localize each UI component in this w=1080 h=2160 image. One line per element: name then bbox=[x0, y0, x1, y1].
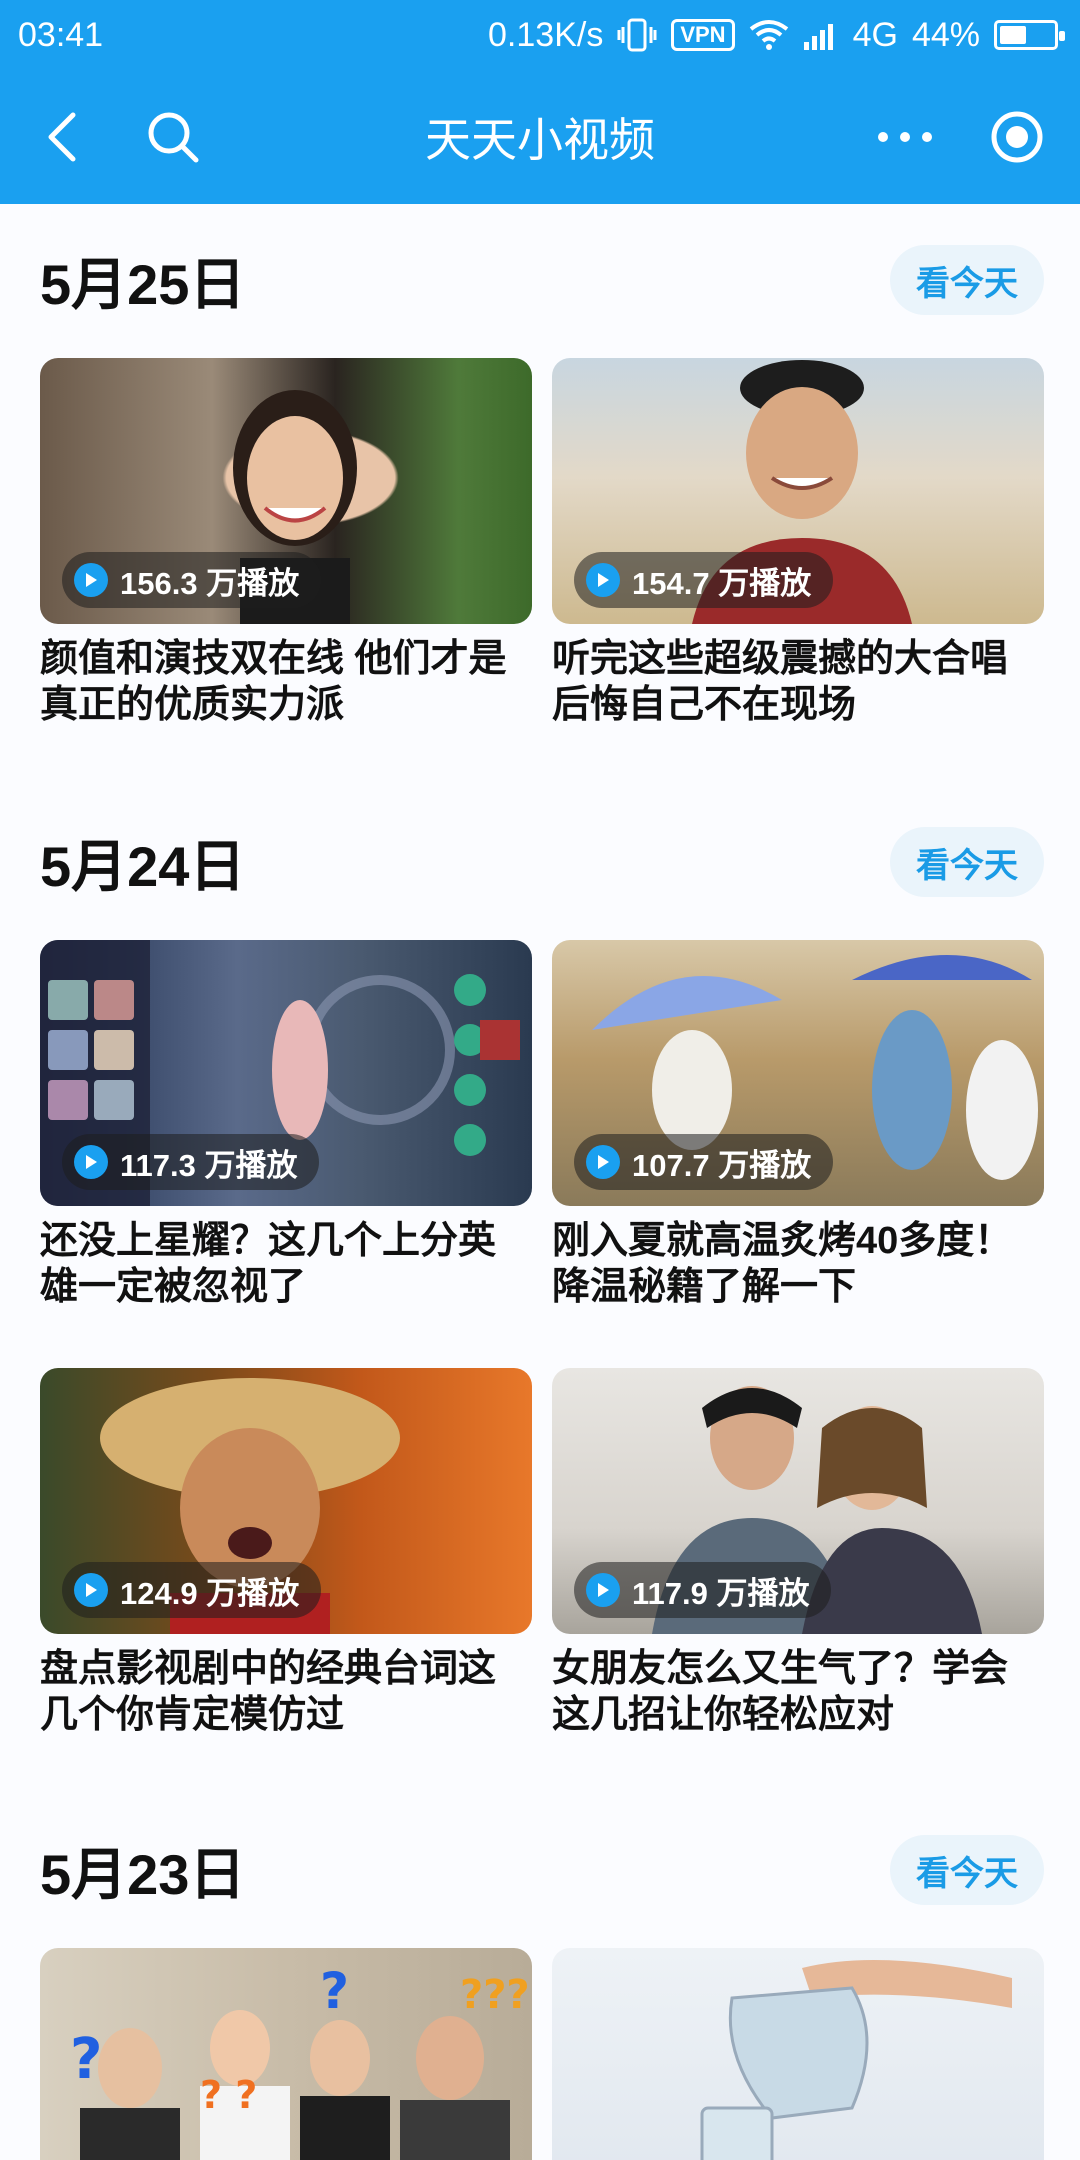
back-arrow-icon bbox=[48, 112, 76, 162]
battery-icon bbox=[994, 20, 1065, 50]
svg-text:? ?: ? ? bbox=[200, 2073, 257, 2117]
play-count: 154.7 万播放 bbox=[632, 565, 812, 601]
search-icon bbox=[148, 112, 199, 163]
more-button[interactable] bbox=[860, 70, 950, 204]
video-thumbnail[interactable]: 154.7 万播放 bbox=[552, 358, 1044, 624]
play-icon bbox=[586, 1573, 620, 1607]
svg-text:?: ? bbox=[320, 1962, 349, 2020]
record-target-icon bbox=[991, 111, 1043, 163]
more-dots-icon bbox=[878, 132, 932, 142]
play-icon bbox=[74, 1145, 108, 1179]
video-card[interactable]: 156.3 万播放 颜值和演技双在线 他们才是真正的优质实力派 bbox=[40, 358, 532, 728]
section-date: 5月23日 bbox=[40, 1842, 246, 1906]
video-thumbnail[interactable]: 156.3 万播放 bbox=[40, 358, 532, 624]
play-count: 124.9 万播放 bbox=[120, 1575, 300, 1611]
battery-percent: 44% bbox=[911, 15, 980, 54]
play-count: 117.9 万播放 bbox=[632, 1575, 810, 1611]
video-thumbnail[interactable]: 124.9 万播放 bbox=[40, 1368, 532, 1634]
video-card[interactable]: 117.3 万播放 还没上星耀？这几个上分英雄一定被忽视了 bbox=[40, 940, 532, 1310]
video-title[interactable]: 盘点影视剧中的经典台词这几个你肯定模仿过 bbox=[40, 1646, 520, 1738]
video-card[interactable] bbox=[552, 1948, 1044, 2160]
play-count-badge: 154.7 万播放 bbox=[574, 552, 834, 608]
section-header: 5月25日 看今天 bbox=[40, 240, 1044, 320]
play-count-badge: 107.7 万播放 bbox=[574, 1134, 834, 1190]
video-thumbnail[interactable]: 107.7 万播放 bbox=[552, 940, 1044, 1206]
svg-text:???: ??? bbox=[460, 1972, 530, 2018]
vpn-icon: VPN bbox=[671, 19, 735, 51]
video-title[interactable]: 刚入夏就高温炙烤40多度！降温秘籍了解一下 bbox=[552, 1218, 1032, 1310]
video-thumbnail[interactable] bbox=[552, 1948, 1044, 2160]
section-date: 5月25日 bbox=[40, 252, 246, 316]
video-card[interactable]: 124.9 万播放 盘点影视剧中的经典台词这几个你肯定模仿过 bbox=[40, 1368, 532, 1738]
wifi-icon bbox=[749, 19, 789, 51]
status-time: 03:41 bbox=[18, 15, 104, 54]
play-count-badge: 117.9 万播放 bbox=[574, 1562, 832, 1618]
play-icon bbox=[74, 563, 108, 597]
video-title[interactable]: 还没上星耀？这几个上分英雄一定被忽视了 bbox=[40, 1218, 520, 1310]
play-icon bbox=[586, 1145, 620, 1179]
today-button[interactable]: 看今天 bbox=[890, 245, 1044, 315]
video-title[interactable]: 颜值和演技双在线 他们才是真正的优质实力派 bbox=[40, 636, 520, 728]
play-count: 117.3 万播放 bbox=[120, 1147, 298, 1183]
record-button[interactable] bbox=[972, 70, 1062, 204]
status-bar: 03:41 0.13K/s VPN 4G 44% bbox=[0, 0, 1080, 70]
play-count-badge: 156.3 万播放 bbox=[62, 552, 322, 608]
play-count: 156.3 万播放 bbox=[120, 565, 300, 601]
today-button[interactable]: 看今天 bbox=[890, 827, 1044, 897]
app-bar: 天天小视频 bbox=[0, 70, 1080, 204]
vibrate-icon bbox=[617, 17, 657, 53]
video-thumbnail[interactable]: ?? ? ???? bbox=[40, 1948, 532, 2160]
back-button[interactable] bbox=[18, 70, 108, 204]
video-thumbnail[interactable]: 117.9 万播放 bbox=[552, 1368, 1044, 1634]
video-title[interactable]: 听完这些超级震撼的大合唱后悔自己不在现场 bbox=[552, 636, 1032, 728]
video-thumbnail[interactable]: 117.3 万播放 bbox=[40, 940, 532, 1206]
signal-icon bbox=[803, 20, 839, 50]
section-header: 5月23日 看今天 bbox=[40, 1830, 1044, 1910]
video-card[interactable]: 154.7 万播放 听完这些超级震撼的大合唱后悔自己不在现场 bbox=[552, 358, 1044, 728]
video-title[interactable]: 女朋友怎么又生气了？学会这几招让你轻松应对 bbox=[552, 1646, 1032, 1738]
search-button[interactable] bbox=[128, 70, 218, 204]
section-header: 5月24日 看今天 bbox=[40, 822, 1044, 902]
section-date: 5月24日 bbox=[40, 834, 246, 898]
play-count-badge: 124.9 万播放 bbox=[62, 1562, 322, 1618]
play-icon bbox=[586, 563, 620, 597]
play-count: 107.7 万播放 bbox=[632, 1147, 812, 1183]
video-card[interactable]: 117.9 万播放 女朋友怎么又生气了？学会这几招让你轻松应对 bbox=[552, 1368, 1044, 1738]
status-indicators: 0.13K/s VPN 4G 44% bbox=[488, 15, 1065, 55]
video-card[interactable]: 107.7 万播放 刚入夏就高温炙烤40多度！降温秘籍了解一下 bbox=[552, 940, 1044, 1310]
network-type: 4G bbox=[852, 15, 898, 54]
video-card[interactable]: ?? ? ???? bbox=[40, 1948, 532, 2160]
svg-text:?: ? bbox=[70, 2027, 102, 2092]
network-speed: 0.13K/s bbox=[488, 15, 604, 54]
today-button[interactable]: 看今天 bbox=[890, 1835, 1044, 1905]
play-count-badge: 117.3 万播放 bbox=[62, 1134, 320, 1190]
play-icon bbox=[74, 1573, 108, 1607]
